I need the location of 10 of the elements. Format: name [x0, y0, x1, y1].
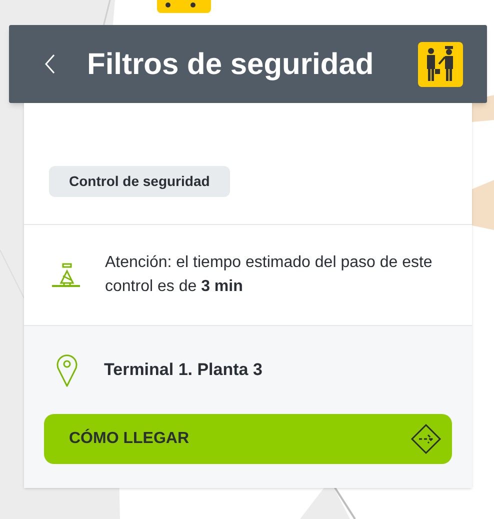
- location-text: Terminal 1. Planta 3: [104, 359, 262, 382]
- back-button[interactable]: [43, 52, 57, 76]
- security-guard-icon: [418, 42, 463, 86]
- category-tag: Control de seguridad: [49, 166, 230, 197]
- time-notice: Atención: el tiempo estimado del paso de este control es de 3 min: [105, 253, 434, 297]
- back-icon: [45, 54, 55, 74]
- location-pin-icon: [56, 354, 78, 386]
- directions-icon: [410, 423, 442, 455]
- directions-button[interactable]: CÓMO LLEGAR: [44, 414, 452, 464]
- page-title: Filtros de seguridad: [87, 46, 375, 82]
